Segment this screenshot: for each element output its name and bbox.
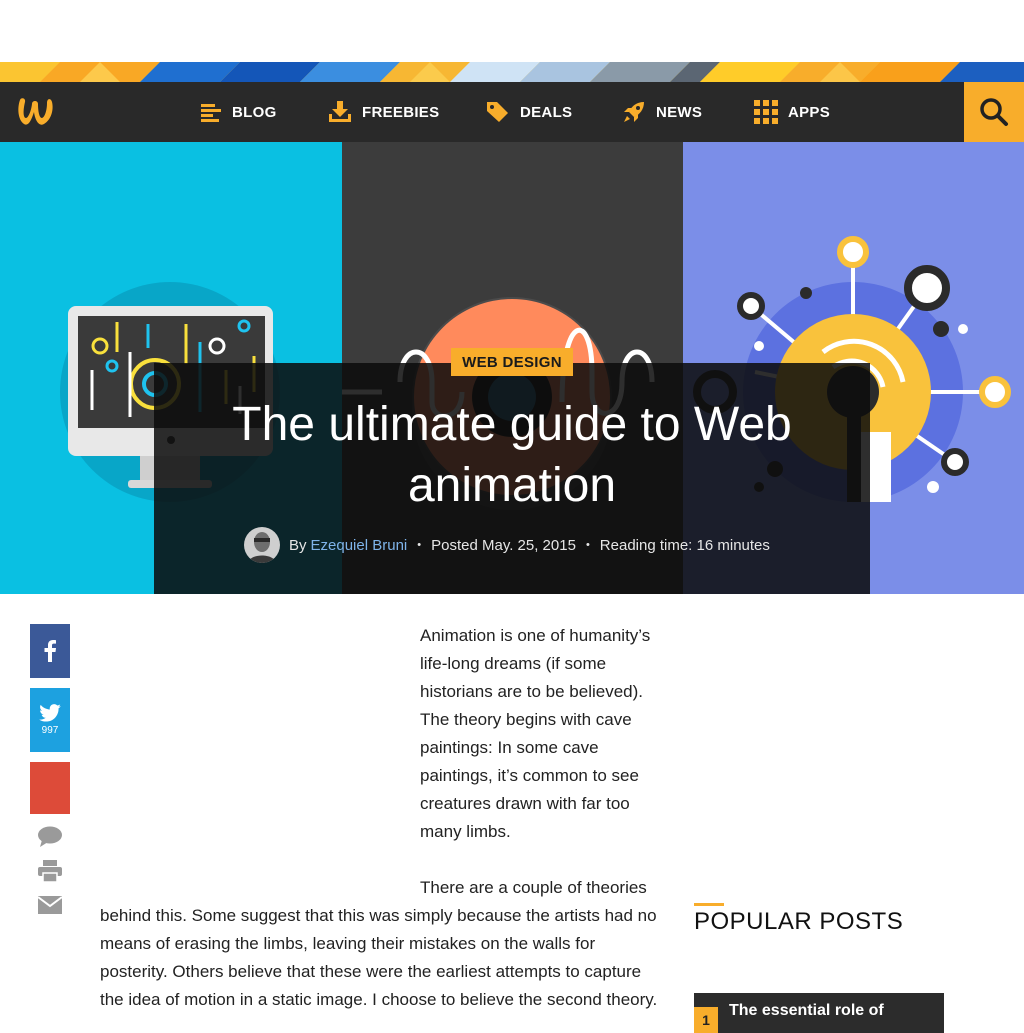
search-button[interactable]: [964, 82, 1024, 142]
popular-post-item[interactable]: 1 The essential role of: [694, 993, 944, 1033]
nav-item-deals[interactable]: DEALS: [486, 82, 572, 142]
by-label: By: [289, 536, 307, 554]
twitter-share-button[interactable]: 997: [30, 688, 70, 752]
popular-posts-heading: POPULAR POSTS: [694, 908, 904, 935]
nav-item-blog[interactable]: BLOG: [200, 82, 277, 142]
blog-icon: [201, 104, 221, 122]
print-icon: [38, 860, 62, 883]
main-navbar: BLOG FREEBIES DEALS NEWS APPS: [0, 82, 1024, 142]
facebook-icon: [44, 640, 56, 662]
apps-grid-icon: [754, 100, 778, 124]
article-byline: By Ezequiel Bruni • Posted May. 25, 2015…: [244, 527, 770, 563]
nav-item-label: NEWS: [656, 103, 703, 121]
decorative-color-strip: [0, 62, 1024, 82]
reading-time: Reading time: 16 minutes: [599, 536, 770, 554]
search-icon: [980, 98, 1008, 126]
comment-icon: [38, 826, 62, 847]
tag-icon: [487, 102, 508, 122]
nav-item-label: APPS: [788, 103, 831, 121]
category-badge[interactable]: WEB DESIGN: [451, 348, 573, 376]
webdesigner-depot-logo[interactable]: [14, 92, 58, 132]
email-button[interactable]: [37, 896, 63, 919]
twitter-icon: [39, 704, 61, 722]
separator-dot: •: [585, 539, 590, 551]
article-title: The ultimate guide to Web animation: [232, 398, 792, 512]
popular-post-title[interactable]: The essential role of: [729, 1002, 884, 1020]
print-button[interactable]: [38, 860, 62, 887]
email-icon: [37, 896, 63, 914]
google-plus-share-button[interactable]: [30, 762, 70, 814]
download-icon: [329, 101, 351, 122]
facebook-share-button[interactable]: [30, 624, 70, 678]
popular-posts-accent-bar: [694, 903, 724, 906]
separator-dot: •: [417, 539, 422, 551]
author-link[interactable]: Ezequiel Bruni: [311, 537, 408, 554]
nav-item-label: DEALS: [520, 103, 573, 121]
posted-date: Posted May. 25, 2015: [431, 536, 576, 554]
article-paragraph: Animation is one of humanity’s life-long…: [420, 626, 651, 841]
rocket-icon: [624, 102, 644, 122]
nav-item-news[interactable]: NEWS: [622, 82, 702, 142]
nav-item-freebies[interactable]: FREEBIES: [328, 82, 439, 142]
nav-item-apps[interactable]: APPS: [754, 82, 830, 142]
nav-item-label: BLOG: [232, 103, 277, 121]
twitter-share-count: 997: [41, 725, 59, 736]
nav-item-label: FREEBIES: [362, 103, 440, 121]
article-paragraph: There are a couple of theories behind th…: [100, 878, 658, 1009]
author-avatar[interactable]: [244, 527, 280, 563]
comment-button[interactable]: [38, 826, 62, 853]
popular-post-rank: 1: [694, 1007, 718, 1033]
article-body: Animation is one of humanity’s life-long…: [100, 622, 666, 1014]
